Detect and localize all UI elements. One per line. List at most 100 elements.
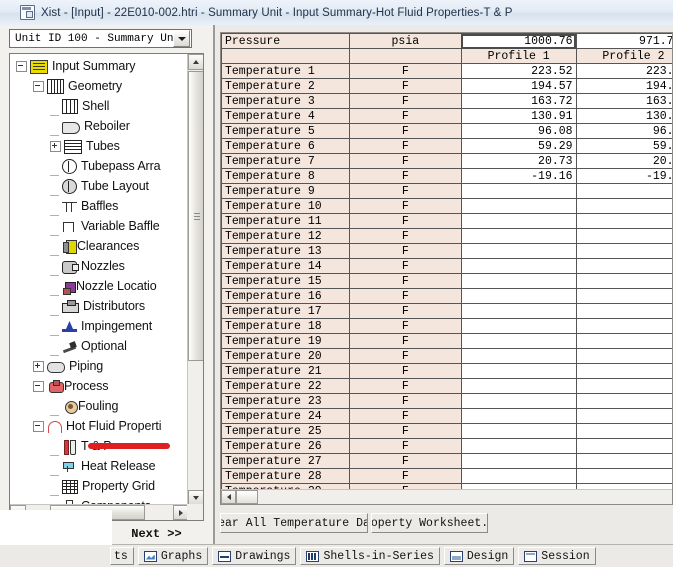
row-unit-cell[interactable]: F xyxy=(348,93,462,109)
tree-item-distributors[interactable]: Distributors xyxy=(10,296,189,316)
row-label-cell[interactable]: Temperature 13 xyxy=(221,243,350,259)
tree-vertical-scroll-thumb[interactable] xyxy=(188,71,203,361)
row-value-cell-2[interactable] xyxy=(575,243,672,259)
row-value-cell-1[interactable] xyxy=(460,333,577,349)
row-value-cell-1[interactable] xyxy=(460,198,577,214)
row-unit-cell[interactable]: F xyxy=(348,78,462,94)
row-value-cell-1[interactable]: 194.57 xyxy=(460,78,577,94)
row-value-cell-1[interactable]: 223.52 xyxy=(460,63,577,79)
row-unit-cell[interactable]: F xyxy=(348,333,462,349)
tree-item-hot-fluid-properti[interactable]: Hot Fluid Properti xyxy=(10,416,189,436)
collapse-icon[interactable] xyxy=(33,380,44,392)
row-unit-cell[interactable]: F xyxy=(348,453,462,469)
tree-item-property-grid[interactable]: Property Grid xyxy=(10,476,189,496)
row-value-cell-1[interactable] xyxy=(460,288,577,304)
row-label-cell[interactable]: Temperature 9 xyxy=(221,183,350,199)
tree-item-nozzle-locatio[interactable]: Nozzle Locatio xyxy=(10,276,189,296)
row-value-cell-1[interactable] xyxy=(460,183,577,199)
row-value-cell-2[interactable] xyxy=(575,438,672,454)
row-value-cell-2[interactable] xyxy=(575,258,672,274)
row-value-cell-2[interactable] xyxy=(575,423,672,439)
row-label-cell[interactable]: Temperature 10 xyxy=(221,198,350,214)
row-value-cell-1[interactable]: 59.29 xyxy=(460,138,577,154)
pressure-unit-cell[interactable]: psia xyxy=(348,33,462,49)
row-value-cell-2[interactable] xyxy=(575,288,672,304)
row-value-cell-2[interactable] xyxy=(575,378,672,394)
row-label-cell[interactable]: Temperature 15 xyxy=(221,273,350,289)
row-unit-cell[interactable]: F xyxy=(348,183,462,199)
tab-ts[interactable]: ts xyxy=(110,547,134,565)
row-unit-cell[interactable]: F xyxy=(348,393,462,409)
tree-item-nozzles[interactable]: Nozzles xyxy=(10,256,189,276)
row-unit-cell[interactable]: F xyxy=(348,273,462,289)
pressure-value-cell-1[interactable]: 1000.76 xyxy=(460,33,577,49)
row-unit-cell[interactable]: F xyxy=(348,378,462,394)
row-value-cell-2[interactable]: 223.54 xyxy=(575,63,672,79)
row-value-cell-1[interactable] xyxy=(460,408,577,424)
row-unit-cell[interactable]: F xyxy=(348,348,462,364)
row-label-cell[interactable]: Temperature 6 xyxy=(221,138,350,154)
grid-scroll-left-button[interactable] xyxy=(221,490,236,504)
row-value-cell-1[interactable]: -19.16 xyxy=(460,168,577,184)
row-label-cell[interactable]: Temperature 1 xyxy=(221,63,350,79)
row-value-cell-1[interactable] xyxy=(460,363,577,379)
row-unit-cell[interactable]: F xyxy=(348,108,462,124)
row-value-cell-2[interactable] xyxy=(575,408,672,424)
row-unit-cell[interactable]: F xyxy=(348,153,462,169)
tree-item-clearances[interactable]: Clearances xyxy=(10,236,189,256)
profile-header-cell-1[interactable]: Profile 1 xyxy=(460,48,577,64)
row-value-cell-1[interactable] xyxy=(460,243,577,259)
row-unit-cell[interactable]: F xyxy=(348,258,462,274)
row-value-cell-2[interactable] xyxy=(575,393,672,409)
tree-item-reboiler[interactable]: Reboiler xyxy=(10,116,189,136)
row-unit-cell[interactable]: F xyxy=(348,468,462,484)
grid-horizontal-scrollbar[interactable] xyxy=(221,489,672,504)
tree-item-process[interactable]: Process xyxy=(10,376,189,396)
row-unit-cell[interactable]: F xyxy=(348,363,462,379)
pressure-value-cell-2[interactable]: 971.754 xyxy=(575,33,672,49)
row-label-cell[interactable]: Temperature 11 xyxy=(221,213,350,229)
tree-item-t-p[interactable]: T & P xyxy=(10,436,189,456)
row-label-cell[interactable]: Temperature 25 xyxy=(221,423,350,439)
unit-selector-combobox[interactable]: Unit ID 100 - Summary Unit xyxy=(9,29,192,48)
profile-header-blank-label[interactable] xyxy=(221,48,350,64)
row-label-cell[interactable]: Temperature 4 xyxy=(221,108,350,124)
row-value-cell-1[interactable] xyxy=(460,423,577,439)
row-value-cell-2[interactable]: 194.61 xyxy=(575,78,672,94)
tree-item-tube-layout[interactable]: Tube Layout xyxy=(10,176,189,196)
row-value-cell-2[interactable]: 59.39 xyxy=(575,138,672,154)
row-value-cell-1[interactable] xyxy=(460,213,577,229)
row-unit-cell[interactable]: F xyxy=(348,318,462,334)
row-label-cell[interactable]: Temperature 2 xyxy=(221,78,350,94)
temperature-pressure-grid[interactable]: Pressurepsia1000.76971.754Profile 1Profi… xyxy=(220,32,673,505)
row-label-cell[interactable]: Temperature 21 xyxy=(221,363,350,379)
collapse-icon[interactable] xyxy=(33,80,44,92)
row-label-cell[interactable]: Temperature 17 xyxy=(221,303,350,319)
row-value-cell-2[interactable]: 163.78 xyxy=(575,93,672,109)
row-value-cell-1[interactable] xyxy=(460,318,577,334)
row-unit-cell[interactable]: F xyxy=(348,228,462,244)
row-unit-cell[interactable]: F xyxy=(348,303,462,319)
row-value-cell-1[interactable]: 130.91 xyxy=(460,108,577,124)
row-value-cell-2[interactable] xyxy=(575,183,672,199)
row-unit-cell[interactable]: F xyxy=(348,63,462,79)
collapse-icon[interactable] xyxy=(33,420,44,432)
row-unit-cell[interactable]: F xyxy=(348,408,462,424)
tree-item-variable-baffle[interactable]: Variable Baffle xyxy=(10,216,189,236)
row-value-cell-2[interactable]: -19.03 xyxy=(575,168,672,184)
row-value-cell-2[interactable]: 130.98 xyxy=(575,108,672,124)
tree-item-input-summary[interactable]: Input Summary xyxy=(10,56,189,76)
row-value-cell-1[interactable] xyxy=(460,258,577,274)
expand-icon[interactable] xyxy=(50,140,61,152)
row-value-cell-1[interactable] xyxy=(460,348,577,364)
tree-item-tubepass-arra[interactable]: Tubepass Arra xyxy=(10,156,189,176)
property-worksheet-button[interactable]: roperty Worksheet.. xyxy=(371,513,488,533)
clear-all-temperature-data-button[interactable]: lear All Temperature Dat xyxy=(220,513,368,533)
row-value-cell-1[interactable] xyxy=(460,393,577,409)
collapse-icon[interactable] xyxy=(16,60,27,72)
row-label-cell[interactable]: Temperature 12 xyxy=(221,228,350,244)
row-value-cell-2[interactable] xyxy=(575,273,672,289)
tree-item-fouling[interactable]: Fouling xyxy=(10,396,189,416)
row-value-cell-2[interactable] xyxy=(575,318,672,334)
row-value-cell-1[interactable]: 20.73 xyxy=(460,153,577,169)
